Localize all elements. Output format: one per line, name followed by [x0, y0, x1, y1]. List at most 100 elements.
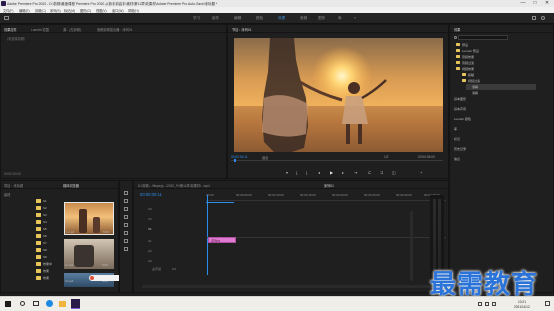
track-label[interactable]: A2: [148, 249, 152, 253]
playhead-marker[interactable]: [234, 159, 236, 162]
tree-item[interactable]: S2: [43, 206, 47, 210]
edge-icon[interactable]: [46, 300, 53, 307]
lift-icon[interactable]: ⊏: [368, 170, 371, 175]
master-value[interactable]: 0.0: [172, 267, 176, 271]
effects-tree-item[interactable]: 溶解: [472, 85, 478, 89]
search-icon[interactable]: [541, 16, 545, 20]
ime-indicator-icon[interactable]: [492, 302, 496, 306]
timeline-ruler[interactable]: 00:00 00:00:05:00 00:00:10:00 00:00:15:0…: [206, 193, 446, 201]
go-out-icon[interactable]: ⇥: [354, 170, 357, 175]
tree-item[interactable]: 效果: [43, 276, 49, 280]
workspace-assembly[interactable]: 组件: [212, 16, 219, 21]
step-forward-icon[interactable]: ▸: [342, 170, 344, 175]
workspace-editing[interactable]: 编辑: [234, 16, 241, 21]
effects-tree-item[interactable]: 视频过渡: [468, 79, 480, 83]
tab-audio-clip-mixer[interactable]: 音频剪辑混合器：序列01: [97, 27, 132, 32]
network-icon[interactable]: [478, 302, 482, 306]
clock-time[interactable]: 10:21: [518, 300, 526, 304]
play-icon[interactable]: ▶: [330, 170, 333, 175]
workspace-audio[interactable]: 音频: [300, 16, 307, 21]
tree-item[interactable]: 效果中: [43, 262, 52, 266]
work-area-bar[interactable]: [206, 202, 234, 203]
timeline-source-path[interactable]: D:\剪辑\...\ffmpeg\...\2020_Pr\第11章\效果材\..…: [138, 183, 210, 188]
mark-out-icon[interactable]: {: [296, 170, 297, 175]
tab-sequence[interactable]: 序列01: [324, 183, 334, 188]
track-select-tool-icon[interactable]: [124, 199, 128, 203]
tab-project[interactable]: 项目：未标题: [4, 183, 23, 188]
track-label[interactable]: V3: [148, 207, 152, 211]
timeline-horizontal-scrollbar[interactable]: [142, 285, 442, 288]
section-markers[interactable]: 标记: [454, 137, 460, 141]
razor-tool-icon[interactable]: [124, 215, 128, 219]
effects-tree-item[interactable]: Lumetri 预设: [462, 49, 479, 53]
effects-search-input[interactable]: [458, 35, 508, 40]
tab-lumetri-scopes[interactable]: Lumetri 范围: [31, 27, 49, 32]
tree-item[interactable]: S6: [43, 234, 47, 238]
section-libraries[interactable]: 库: [454, 127, 457, 131]
section-history[interactable]: 历史记录: [454, 147, 466, 151]
effects-tree-item[interactable]: 视频效果: [462, 67, 474, 71]
ripple-edit-tool-icon[interactable]: [124, 207, 128, 211]
mark-in-icon[interactable]: ▾: [286, 170, 288, 175]
hand-tool-icon[interactable]: [124, 239, 128, 243]
premiere-taskbar-icon[interactable]: [71, 299, 80, 309]
workspace-learning[interactable]: 学习: [193, 16, 200, 21]
tab-media-browser[interactable]: 媒体浏览器: [63, 183, 79, 188]
explorer-icon[interactable]: [59, 301, 66, 307]
effects-tree-item[interactable]: 溶解: [472, 91, 478, 95]
type-tool-icon[interactable]: [124, 247, 128, 251]
section-info[interactable]: 信息: [454, 157, 460, 161]
workspace-color[interactable]: 颜色: [256, 16, 263, 21]
tab-source[interactable]: 源：(无剪辑): [63, 27, 81, 32]
workspace-libraries[interactable]: 库: [338, 16, 342, 21]
tab-effect-controls[interactable]: 效果控件: [4, 27, 17, 32]
workspace-more[interactable]: »: [354, 16, 356, 20]
section-lumetri-color[interactable]: Lumetri 颜色: [454, 117, 471, 121]
track-label[interactable]: V1: [148, 227, 152, 231]
tree-item[interactable]: S5: [43, 227, 47, 231]
windows-start-icon[interactable]: [5, 301, 11, 307]
effects-title[interactable]: 效果: [454, 27, 460, 32]
program-title[interactable]: 节目：序列01: [232, 27, 251, 32]
video-clip[interactable]: 序列01: [208, 237, 236, 243]
tree-item[interactable]: S8: [43, 248, 47, 252]
effects-tree-item[interactable]: 音频效果: [462, 55, 474, 59]
tree-item[interactable]: 效果: [43, 269, 49, 273]
camera-icon[interactable]: ◫: [392, 170, 396, 175]
minimize-button[interactable]: —: [517, 0, 529, 7]
workspace-effects[interactable]: 效果: [278, 16, 285, 21]
track-label[interactable]: A3: [148, 259, 152, 263]
program-scrubber[interactable]: [231, 160, 443, 161]
share-icon[interactable]: [532, 16, 536, 20]
home-icon[interactable]: [4, 16, 9, 20]
notification-icon[interactable]: [545, 301, 550, 306]
go-in-icon[interactable]: }: [306, 170, 307, 175]
timeline-vertical-scrollbar[interactable]: [410, 211, 413, 281]
track-label[interactable]: A1: [148, 239, 152, 243]
maximize-button[interactable]: □: [529, 0, 541, 7]
tree-item[interactable]: S3: [43, 213, 47, 217]
volume-icon[interactable]: [485, 302, 489, 306]
workspace-graphics[interactable]: 图形: [318, 16, 325, 21]
clock-date[interactable]: 2021/11/12: [514, 305, 530, 309]
add-button-icon[interactable]: +: [420, 170, 422, 175]
close-button[interactable]: ✕: [541, 0, 553, 7]
selection-tool-icon[interactable]: [124, 191, 128, 195]
extract-icon[interactable]: ⊐: [380, 170, 383, 175]
slip-tool-icon[interactable]: [124, 223, 128, 227]
program-resolution[interactable]: 1/2: [384, 155, 388, 159]
tree-item[interactable]: S1: [43, 199, 47, 203]
timeline-playhead[interactable]: [207, 195, 208, 275]
track-label[interactable]: V2: [148, 217, 152, 221]
tree-item[interactable]: S4: [43, 220, 47, 224]
task-view-icon[interactable]: [33, 301, 39, 306]
pen-tool-icon[interactable]: [124, 231, 128, 235]
tree-item[interactable]: S7: [43, 241, 47, 245]
media-thumbnail[interactable]: 1.mp4 5:00: [64, 202, 114, 235]
tree-item[interactable]: S9: [43, 255, 47, 259]
search-icon[interactable]: [20, 301, 25, 306]
effects-tree-item[interactable]: 预设: [462, 43, 468, 47]
effects-tree-item[interactable]: 模糊: [468, 73, 474, 77]
section-essential-graphics[interactable]: 基本图形: [454, 97, 466, 101]
step-back-icon[interactable]: ◂: [318, 170, 320, 175]
